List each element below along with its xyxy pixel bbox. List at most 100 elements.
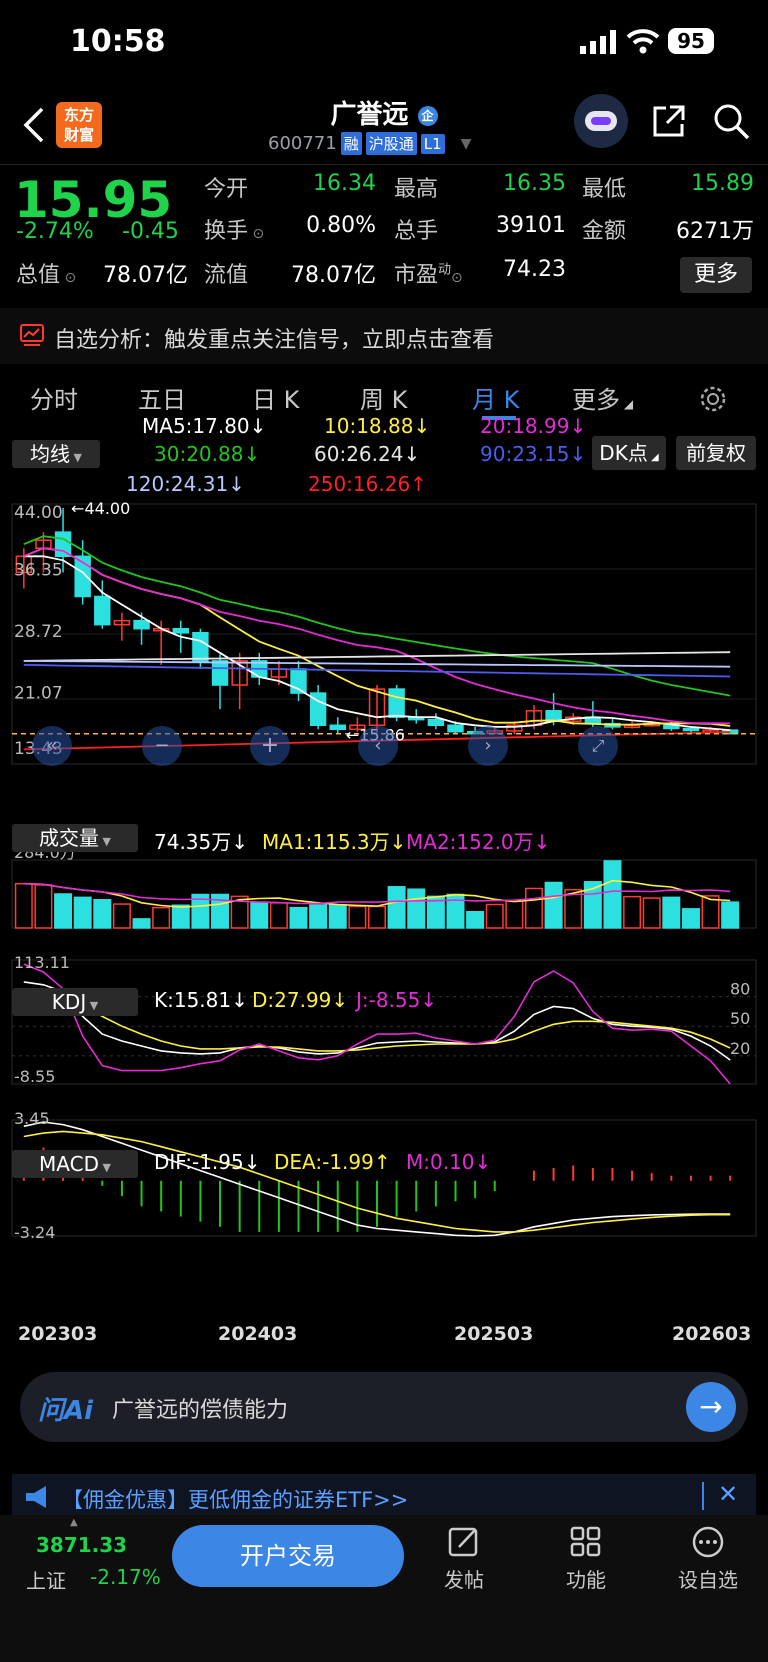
volume-bar-down (466, 910, 485, 929)
ai-question-box[interactable]: 问Ai 广誉远的偿债能力 → (20, 1372, 748, 1442)
nav-functions-label: 功能 (566, 1568, 606, 1592)
high-value: 16.35 (503, 171, 566, 196)
nav-functions[interactable]: 功能 (546, 1525, 626, 1593)
open-label: 今开 (204, 177, 249, 202)
volume-bar-up (269, 902, 288, 929)
prev-icon[interactable]: ‹ (358, 726, 398, 766)
macd-axis-bottom: -3.24 (14, 1223, 55, 1242)
nav-post[interactable]: 发帖 (424, 1525, 504, 1593)
volume-bar-down (681, 908, 700, 929)
total-value: 78.07亿 (103, 263, 188, 288)
next-icon[interactable]: › (468, 726, 508, 766)
promo-banner[interactable]: 【佣金优惠】更低佣金的证券ETF>> ✕ (12, 1474, 756, 1520)
more-quote-button[interactable]: 更多 (680, 257, 752, 293)
index-value[interactable]: 3871.33 (36, 1533, 127, 1557)
tab-intraday[interactable]: 分时 (30, 380, 78, 415)
high-label: 最高 (394, 177, 439, 202)
volume-bar-down (289, 906, 308, 929)
volume-bar-up (348, 905, 367, 929)
tab-monthly-k[interactable]: 月 K (472, 380, 519, 415)
nav-add-watchlist[interactable]: 设自选 (668, 1525, 748, 1593)
turnover-label: 换手 ⊙ (204, 219, 265, 244)
volume-bar-down (309, 904, 328, 929)
macd-axis-top: 3.45 (14, 1109, 50, 1128)
index-change: -2.17% (90, 1565, 161, 1589)
close-icon[interactable]: ✕ (718, 1480, 738, 1508)
candle-down (172, 627, 189, 634)
macd-select[interactable]: MACD ▼ (12, 1150, 138, 1178)
volume-select[interactable]: 成交量 ▼ (12, 824, 138, 852)
volume-bar-down (54, 893, 73, 929)
legend-macd-dif: DIF:-1.95↓ (154, 1150, 261, 1174)
zoom-in-icon[interactable]: + (250, 726, 290, 766)
ma-lines (12, 535, 756, 751)
legend-kdj-k: K:15.81↓ (154, 988, 248, 1012)
zoom-out-icon[interactable]: − (142, 726, 182, 766)
index-caret-icon: ▲ (70, 1517, 78, 1528)
candlestick-series (15, 508, 739, 735)
tab-more[interactable]: 更多 ◢ (572, 380, 633, 415)
chart-grid (11, 503, 757, 1237)
low-label: 最低 (582, 177, 627, 202)
robot-assistant-icon[interactable] (574, 94, 628, 148)
expand-icon[interactable]: ⤢ (578, 726, 618, 766)
panel-frame (11, 959, 757, 1085)
open-account-button[interactable]: 开户交易 (172, 1525, 404, 1587)
tab-daily-k[interactable]: 日 K (252, 380, 299, 415)
change-percent: -2.74% (16, 219, 94, 244)
legend-macd-m: M:0.10↓ (406, 1150, 492, 1174)
settings-gear-icon[interactable] (698, 384, 728, 414)
enterprise-badge: 企 (417, 105, 438, 126)
kdj-level-label: 20 (730, 1039, 750, 1058)
promo-text: 【佣金优惠】更低佣金的证券ETF>> (62, 1488, 409, 1512)
change-value: -0.45 (122, 219, 179, 244)
stock-subtitle: 600771 融 沪股通 L1 ▼ (268, 132, 471, 155)
kdj-select[interactable]: KDJ ▼ (12, 988, 138, 1016)
x-axis-label: 202303 (18, 1323, 97, 1345)
kline-svg[interactable]: 44.0036.3528.7221.0713.43←44.00←15.86284… (0, 424, 768, 1364)
tab-weekly-k[interactable]: 周 K (360, 380, 407, 415)
kdj-level-label: 80 (730, 980, 750, 999)
volume-bar-up (152, 906, 171, 929)
volume-bar-up (34, 884, 53, 929)
volume-bar-up (368, 905, 386, 929)
candle-down (329, 724, 346, 731)
chevron-down-icon[interactable]: ▼ (461, 136, 472, 152)
price-axis-label: 36.35 (14, 561, 63, 581)
kdj-level-label: 50 (730, 1009, 750, 1028)
share-icon[interactable] (650, 102, 688, 140)
header: 东方 财富 广誉远 企 600771 融 沪股通 L1 ▼ (0, 86, 768, 164)
price-axis-label: 21.07 (14, 684, 63, 704)
volume-bar-down (73, 896, 92, 929)
x-axis-label: 202503 (454, 1323, 533, 1345)
candle-down (54, 531, 72, 558)
candle-down (192, 631, 209, 662)
volume-bar-up (623, 895, 642, 929)
promo-divider (702, 1482, 704, 1510)
stock-name: 广誉远 (330, 100, 409, 130)
candle-down (447, 724, 464, 733)
volume-bar-down (93, 898, 112, 929)
stock-code: 600771 (268, 133, 337, 154)
volume-bar-down (132, 918, 151, 929)
nav-post-label: 发帖 (444, 1568, 484, 1592)
tab-five-day[interactable]: 五日 (138, 380, 186, 415)
rewind-icon[interactable]: « (32, 726, 72, 766)
amount-label: 金额 (582, 219, 627, 244)
x-axis-label: 202403 (218, 1323, 297, 1345)
more-dots-icon (692, 1526, 724, 1558)
pe-label: 市盈动⊙ (394, 262, 463, 288)
alert-text: 自选分析：触发重点关注信号，立即点击查看 (54, 328, 495, 353)
arrow-right-icon[interactable]: → (686, 1382, 736, 1432)
float-value-label: 流值 (204, 263, 249, 288)
search-icon[interactable] (712, 102, 752, 142)
signal-icon (580, 30, 616, 54)
volume-bar-down (544, 881, 563, 929)
analysis-alert[interactable]: 自选分析：触发重点关注信号，立即点击查看 (0, 308, 768, 364)
total-value-label: 总值 ⊙ (16, 263, 77, 288)
wifi-icon (626, 29, 660, 54)
battery-indicator: 95 (668, 28, 714, 54)
volume-bar-down (407, 888, 426, 929)
candle-down (388, 688, 405, 718)
candle-down (94, 595, 111, 626)
